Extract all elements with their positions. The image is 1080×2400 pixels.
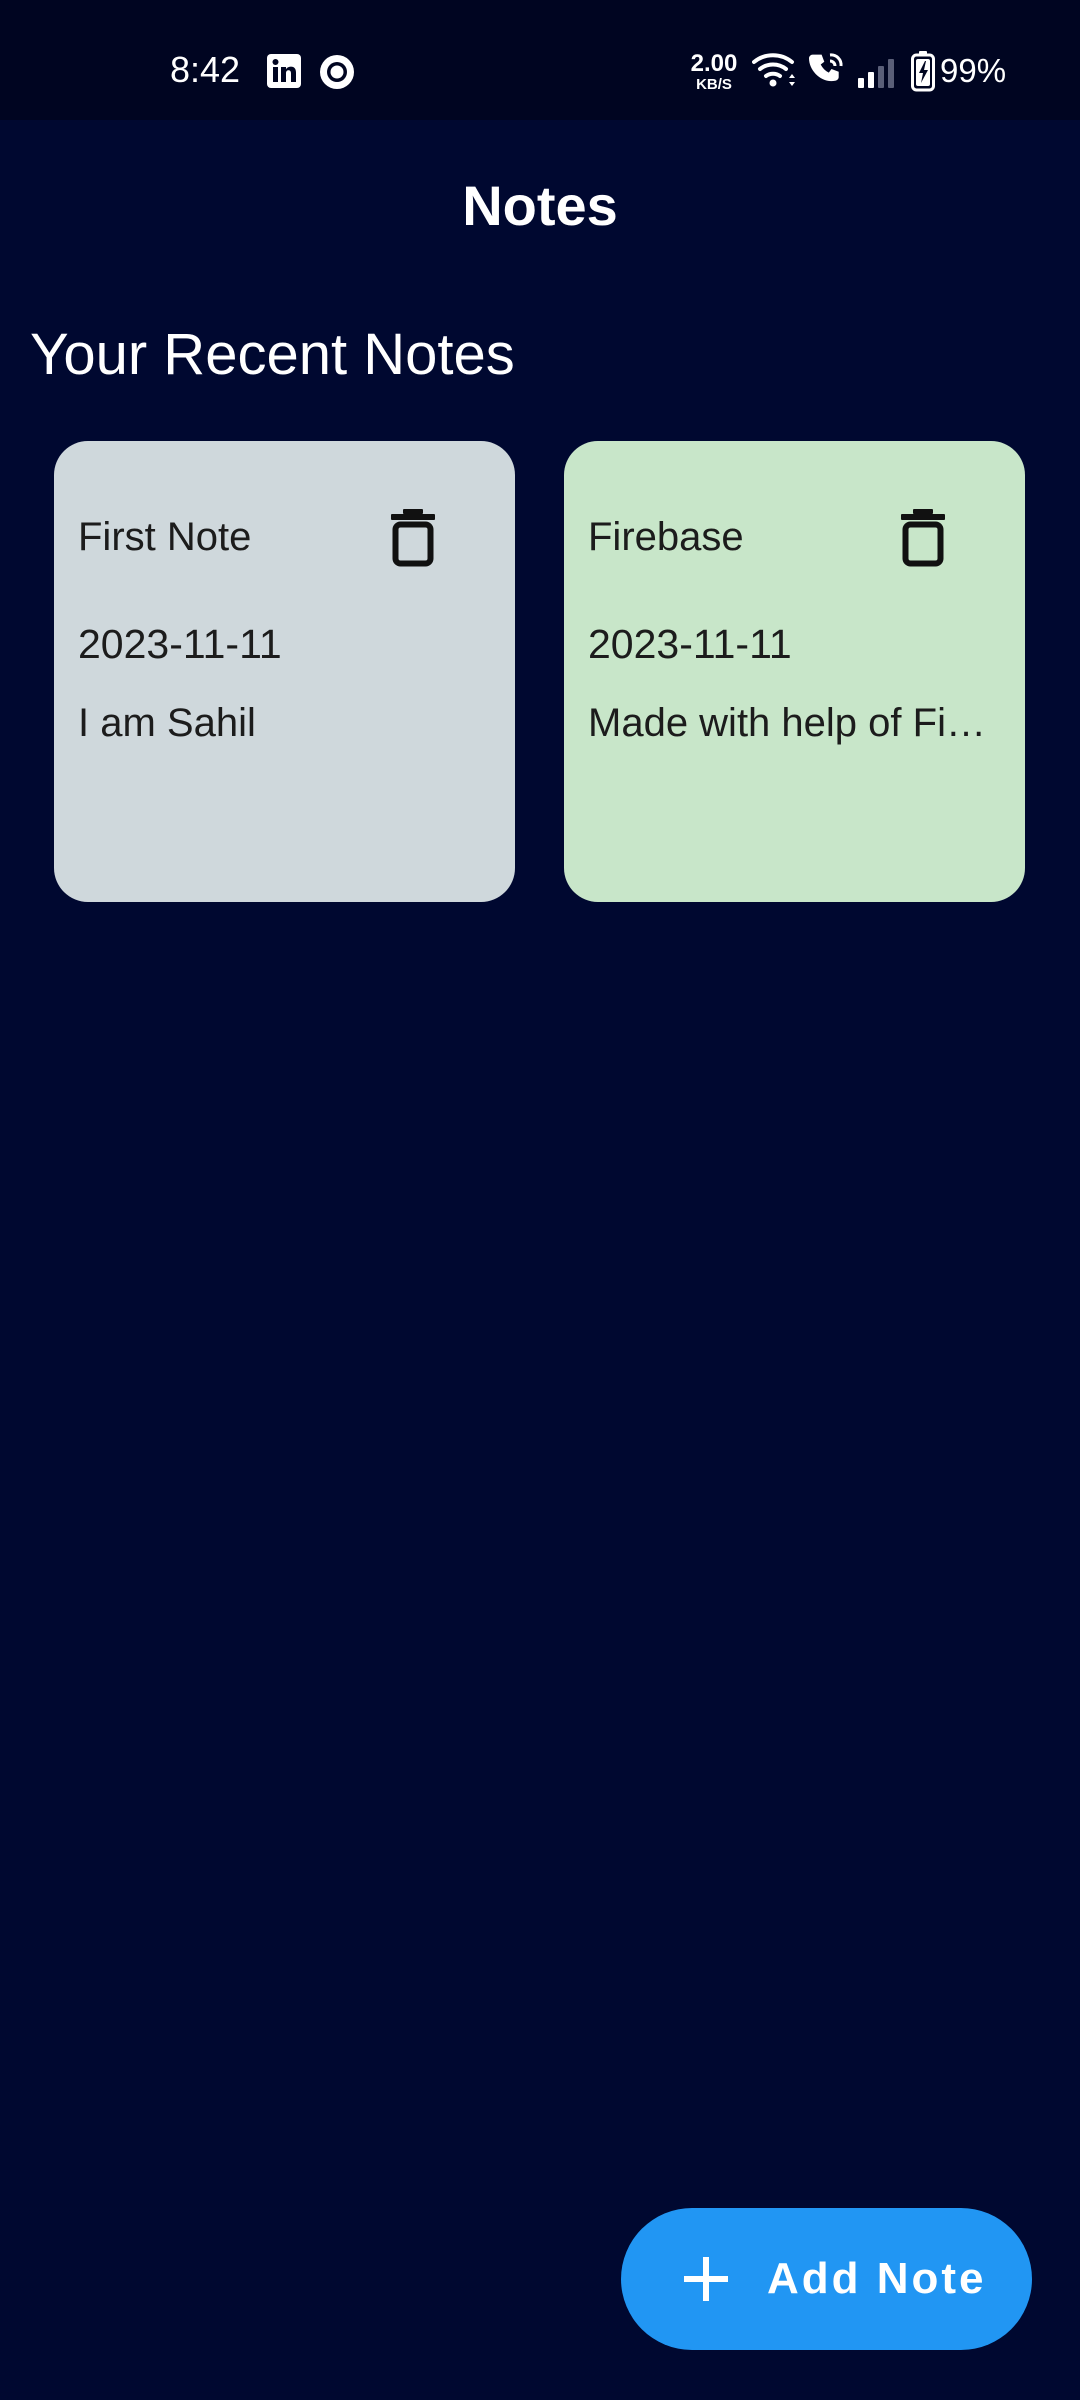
notes-screen: 8:42 2.00 KB/S 99% Notes Your Recent Not… bbox=[0, 0, 1080, 2400]
note-card[interactable]: First Note 2023-11-11 I am Sahil bbox=[54, 441, 515, 902]
note-date: 2023-11-11 bbox=[588, 621, 792, 667]
trash-icon bbox=[391, 509, 435, 567]
signal-icon bbox=[858, 59, 894, 88]
add-note-label: Add Note bbox=[767, 2254, 987, 2303]
delete-note-button[interactable] bbox=[388, 507, 438, 567]
note-content: I am Sahil bbox=[78, 701, 256, 745]
note-card[interactable]: Firebase 2023-11-11 Made with help of Fi… bbox=[564, 441, 1025, 902]
linkedin-icon bbox=[267, 54, 301, 88]
wifi-icon bbox=[752, 53, 795, 87]
add-note-button[interactable]: Add Note bbox=[621, 2208, 1032, 2350]
network-speed: 2.00 KB/S bbox=[686, 50, 742, 93]
record-icon bbox=[320, 55, 354, 89]
volte-call-icon bbox=[809, 53, 843, 82]
network-speed-unit: KB/S bbox=[696, 76, 732, 93]
status-bar: 8:42 2.00 KB/S 99% bbox=[0, 0, 1080, 120]
network-speed-value: 2.00 bbox=[690, 50, 738, 77]
page-title: Notes bbox=[462, 174, 618, 237]
battery-percent: 99% bbox=[940, 52, 1007, 89]
plus-icon bbox=[684, 2257, 728, 2301]
trash-icon bbox=[901, 509, 945, 567]
status-time: 8:42 bbox=[170, 49, 241, 90]
note-date: 2023-11-11 bbox=[78, 621, 282, 667]
delete-note-button[interactable] bbox=[898, 507, 948, 567]
note-content: Made with help of Fi… bbox=[588, 701, 986, 745]
note-title: First Note bbox=[78, 515, 252, 559]
battery-charging-icon bbox=[911, 51, 935, 92]
note-title: Firebase bbox=[588, 515, 744, 559]
section-heading: Your Recent Notes bbox=[30, 322, 515, 387]
